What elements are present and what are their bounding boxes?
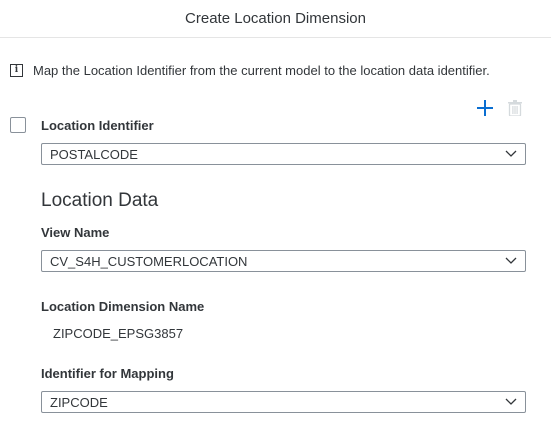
identifier-for-mapping-value: ZIPCODE: [50, 394, 108, 410]
info-text: Map the Location Identifier from the cur…: [33, 63, 490, 78]
create-location-dimension-dialog: Create Location Dimension i Map the Loca…: [0, 0, 551, 433]
delete-button[interactable]: [506, 99, 524, 117]
add-button[interactable]: [476, 99, 494, 117]
identifier-for-mapping-label: Identifier for Mapping: [41, 366, 174, 381]
dimension-name-label: Location Dimension Name: [41, 299, 205, 314]
plus-icon: [477, 100, 493, 116]
location-identifier-select[interactable]: POSTALCODE: [41, 143, 526, 165]
chevron-down-icon: [497, 392, 525, 412]
identifier-for-mapping-select[interactable]: ZIPCODE: [41, 391, 526, 413]
dialog-title: Create Location Dimension: [185, 10, 366, 27]
view-name-select[interactable]: CV_S4H_CUSTOMERLOCATION: [41, 250, 526, 272]
chevron-down-icon: [497, 144, 525, 164]
view-name-value: CV_S4H_CUSTOMERLOCATION: [50, 253, 248, 269]
identifier-toolbar: [476, 99, 524, 117]
trash-icon: [508, 100, 522, 116]
location-data-title: Location Data: [41, 190, 159, 211]
location-identifier-label: Location Identifier: [41, 118, 154, 133]
dialog-header: Create Location Dimension: [0, 0, 551, 38]
view-name-label: View Name: [41, 225, 110, 240]
info-icon: i: [10, 64, 23, 77]
location-identifier-checkbox[interactable]: [10, 117, 26, 133]
chevron-down-icon: [497, 251, 525, 271]
info-message: i Map the Location Identifier from the c…: [10, 63, 490, 78]
dimension-name-value: ZIPCODE_EPSG3857: [53, 326, 184, 341]
location-identifier-value: POSTALCODE: [50, 146, 138, 162]
